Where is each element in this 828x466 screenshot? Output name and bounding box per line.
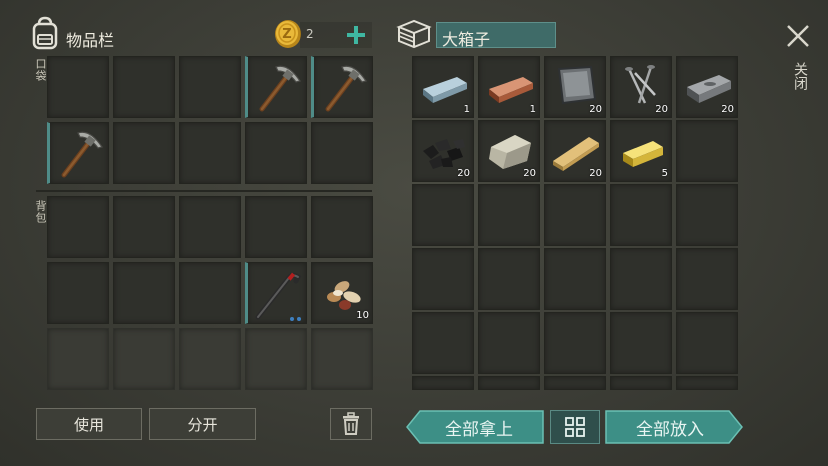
backpack-slot[interactable]	[311, 196, 373, 258]
backpack-slot[interactable]	[47, 262, 109, 324]
backpack-label: 背包	[34, 200, 47, 224]
locked-slot	[311, 328, 373, 390]
backpack-slot[interactable]	[113, 262, 175, 324]
chest-slot[interactable]	[412, 248, 474, 310]
backpack-slot[interactable]	[179, 262, 241, 324]
item-count: 5	[661, 168, 668, 179]
pocket-slot[interactable]	[311, 56, 373, 118]
locked-slot	[179, 328, 241, 390]
use-button[interactable]: 使用	[36, 408, 142, 440]
chest-slot[interactable]	[478, 184, 540, 246]
locked-slot	[47, 328, 109, 390]
chest-slot[interactable]	[544, 248, 606, 310]
pocket-slot[interactable]	[113, 56, 175, 118]
pocket-slot[interactable]	[245, 56, 307, 118]
chest-title: 大箱子	[442, 30, 491, 49]
chest-slot[interactable]	[544, 376, 606, 390]
backpack-slot[interactable]: 10	[311, 262, 373, 324]
inventory-title: 物品栏	[66, 31, 115, 50]
pocket-label: 口袋	[34, 58, 47, 82]
inventory-divider	[36, 190, 372, 192]
trash-icon	[343, 412, 359, 435]
chest-slot[interactable]: 20	[412, 120, 474, 182]
pocket-slot[interactable]	[179, 56, 241, 118]
chest-slot[interactable]	[610, 184, 672, 246]
chest-slot[interactable]	[478, 312, 540, 374]
pocket-slot[interactable]	[113, 122, 175, 184]
item-count: 20	[655, 104, 668, 115]
backpack-slot[interactable]	[179, 196, 241, 258]
chest-slot[interactable]: 20	[544, 56, 606, 118]
chest-slot[interactable]	[412, 376, 474, 390]
chest-slot[interactable]: 5	[610, 120, 672, 182]
backpack-icon	[30, 16, 60, 50]
chest-slot[interactable]: 20	[544, 120, 606, 182]
item-count: 1	[529, 104, 536, 115]
split-button[interactable]: 分开	[149, 408, 256, 440]
locked-slot	[113, 328, 175, 390]
item-count: 20	[457, 168, 470, 179]
chest-slot[interactable]: 1	[412, 56, 474, 118]
chest-slot[interactable]	[544, 312, 606, 374]
chest-slot[interactable]	[676, 184, 738, 246]
grid-icon	[565, 417, 585, 437]
coin-icon: Z	[274, 19, 302, 49]
locked-slot	[245, 328, 307, 390]
chest-slot[interactable]	[676, 120, 738, 182]
svg-text:Z: Z	[282, 27, 291, 42]
take-all-label: 全部拿上	[445, 419, 513, 440]
chest-slot[interactable]	[676, 248, 738, 310]
close-label: 关闭	[792, 62, 808, 90]
item-count: 20	[523, 168, 536, 179]
chest-icon	[396, 18, 432, 50]
pocket-slot[interactable]	[245, 122, 307, 184]
chest-slot[interactable]	[412, 184, 474, 246]
item-count: 20	[589, 168, 602, 179]
sort-button[interactable]	[550, 410, 600, 444]
close-icon	[787, 25, 809, 47]
item-count: 20	[721, 104, 734, 115]
close-button[interactable]: 关闭	[778, 18, 818, 102]
item-count: 1	[463, 104, 470, 115]
chest-slot[interactable]	[676, 376, 738, 390]
chest-slot[interactable]	[676, 312, 738, 374]
put-all-label: 全部放入	[636, 419, 704, 440]
pocket-slot[interactable]	[47, 56, 109, 118]
trash-button[interactable]	[330, 408, 372, 440]
backpack-slot[interactable]	[245, 262, 307, 324]
chest-slot[interactable]	[610, 248, 672, 310]
chest-slot[interactable]: 1	[478, 56, 540, 118]
chest-slot[interactable]: 20	[610, 56, 672, 118]
chest-slot[interactable]	[412, 312, 474, 374]
chest-slot[interactable]	[544, 184, 606, 246]
plus-icon[interactable]	[346, 25, 366, 45]
pocket-slot[interactable]	[47, 122, 109, 184]
pocket-slot[interactable]	[311, 122, 373, 184]
pocket-slot[interactable]	[179, 122, 241, 184]
chest-slot[interactable]	[610, 312, 672, 374]
chest-slot[interactable]: 20	[478, 120, 540, 182]
item-count: 10	[356, 310, 369, 321]
backpack-slot[interactable]	[47, 196, 109, 258]
chest-slot[interactable]	[478, 248, 540, 310]
backpack-slot[interactable]	[245, 196, 307, 258]
chest-slot[interactable]	[610, 376, 672, 390]
put-all-button[interactable]: 全部放入	[605, 410, 743, 444]
chest-slot[interactable]	[478, 376, 540, 390]
item-count: 20	[589, 104, 602, 115]
chest-slot[interactable]: 20	[676, 56, 738, 118]
backpack-slot[interactable]	[113, 196, 175, 258]
take-all-button[interactable]: 全部拿上	[406, 410, 544, 444]
